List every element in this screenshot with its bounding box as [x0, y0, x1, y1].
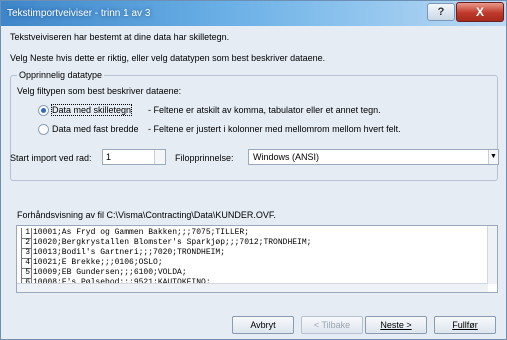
window-title: Tekstimportveiviser - trinn 1 av 3 — [7, 8, 151, 19]
help-button[interactable]: ? — [427, 3, 455, 21]
intro-text-1: Tekstveiviseren har bestemt at dine data… — [10, 32, 230, 42]
chevron-down-icon[interactable]: ▼ — [488, 150, 498, 164]
start-row-label: Start import ved rad: — [10, 153, 92, 163]
horizontal-scrollbar[interactable] — [17, 283, 488, 292]
start-row-value[interactable]: 1 — [106, 152, 111, 162]
radio-delimited-desc: - Feltene er atskilt av komma, tabulator… — [148, 105, 381, 115]
stepper-arrows-icon[interactable] — [154, 150, 165, 164]
back-button[interactable]: < Tilbake — [301, 316, 363, 334]
start-row-stepper[interactable]: 1 — [102, 149, 166, 165]
next-button-label: Neste > — [380, 320, 412, 330]
radio-fixed-width-button[interactable] — [38, 124, 49, 135]
file-origin-value[interactable]: Windows (ANSI) — [253, 152, 319, 162]
group-legend: Opprinnelig datatype — [17, 70, 105, 80]
preview-label: Forhåndsvisning av fil C:\Visma\Contract… — [17, 210, 276, 220]
finish-button[interactable]: Fullfør — [434, 316, 496, 334]
close-button[interactable]: X — [456, 2, 504, 22]
filetype-prompt: Velg filtypen som best beskriver dataene… — [17, 86, 182, 96]
cancel-button[interactable]: Avbryt — [232, 316, 294, 334]
radio-fixed-width-desc: - Feltene er justert i kolonner med mell… — [148, 124, 401, 134]
radio-selected-dot — [41, 108, 46, 113]
radio-delimited-button[interactable] — [38, 105, 49, 116]
radio-delimited-label[interactable]: Data med skilletegn — [50, 104, 133, 116]
file-origin-select[interactable]: Windows (ANSI) ▼ — [248, 149, 499, 165]
finish-button-label: Fullfør — [452, 320, 478, 330]
intro-text-2: Velg Neste hvis dette er riktig, eller v… — [10, 53, 326, 63]
next-button[interactable]: Neste > — [365, 316, 427, 334]
file-preview[interactable]: 1 10001;As Fryd og Gammen Bakken;;;7075;T… — [16, 225, 498, 293]
file-origin-label: Filopprinnelse: — [175, 153, 234, 163]
radio-fixed-width-label[interactable]: Data med fast bredde — [52, 124, 139, 134]
original-datatype-group: Opprinnelig datatype Velg filtypen som b… — [10, 70, 498, 181]
vertical-scrollbar[interactable] — [487, 226, 497, 284]
title-bar[interactable]: Tekstimportveiviser - trinn 1 av 3 ? X — [1, 1, 506, 26]
text-import-wizard-window: Tekstimportveiviser - trinn 1 av 3 ? X T… — [0, 0, 507, 340]
wizard-body: Tekstveiviseren har bestemt at dine data… — [1, 26, 506, 339]
